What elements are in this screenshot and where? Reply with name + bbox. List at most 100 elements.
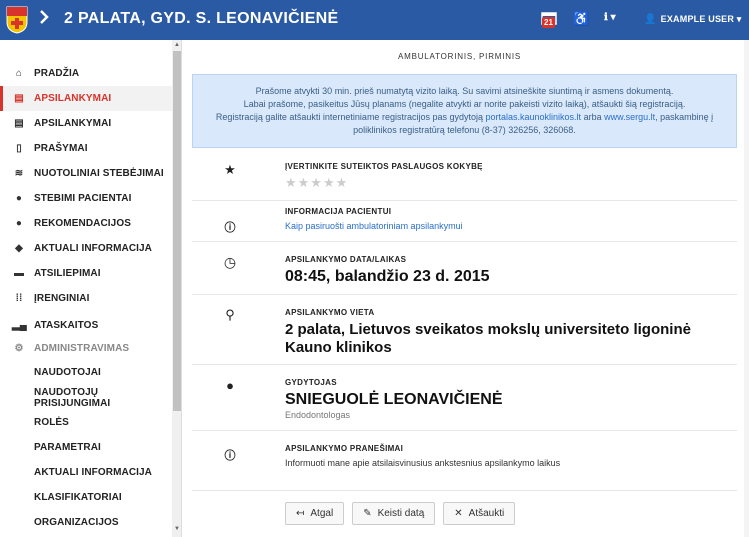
divider <box>192 200 737 201</box>
sidebar-item-irenginiai[interactable]: ⁞⁞ ĮRENGINIAI <box>0 286 172 311</box>
patient-info-label: INFORMACIJA PACIENTUI <box>285 207 392 216</box>
sidebar: ⌂ PRADŽIA ▤ APSILANKYMAI ▤ APSILANKYMAI ▯ PR… <box>0 40 182 537</box>
calendar-list-icon: ▤ <box>14 118 24 129</box>
sidebar-subitem-label: KLASIFIKATORIAI <box>34 492 122 503</box>
user-icon: ● <box>226 378 234 393</box>
sidebar-item-label: ĮRENGINIAI <box>34 293 90 304</box>
back-chevron-icon[interactable] <box>38 9 50 30</box>
info-icon: ⓘ <box>224 450 236 462</box>
map-pin-icon: ⚲ <box>225 307 235 322</box>
back-arrow-icon: ↤ <box>296 508 305 519</box>
notice-line: Prašome atvykti 30 min. prieš numatytą v… <box>255 86 674 96</box>
notice-text: , paskambinę į <box>655 112 714 122</box>
sidebar-subitem-roles[interactable]: ROLĖS <box>0 410 172 435</box>
user-name: EXAMPLE USER <box>660 14 735 24</box>
sidebar-item-stebimi[interactable]: ● STEBIMI PACIENTAI <box>0 186 172 211</box>
calendar-icon: ▤ <box>14 93 24 104</box>
sidebar-item-rekomendacijos[interactable]: ● REKOMENDACIJOS <box>0 211 172 236</box>
divider <box>192 241 737 242</box>
sidebar-item-atsiliepimai[interactable]: ▬ ATSILIEPIMAI <box>0 261 172 286</box>
scroll-down-icon[interactable]: ▼ <box>173 526 181 532</box>
sidebar-item-label: AKTUALI INFORMACIJA <box>34 243 153 254</box>
sidebar-item-nuotoliniai[interactable]: ≋ NUOTOLINIAI STEBĖJIMAI <box>0 161 172 186</box>
sidebar-item-apsilankymai[interactable]: ▤ APSILANKYMAI <box>0 111 172 136</box>
divider <box>192 430 737 431</box>
sergu-link[interactable]: www.sergu.lt <box>604 112 655 122</box>
notice-text: arba <box>581 112 605 122</box>
back-button[interactable]: ↤ Atgal <box>285 502 345 525</box>
scroll-up-icon[interactable]: ▲ <box>173 42 181 48</box>
change-date-button[interactable]: ✎ Keisti datą <box>352 502 436 525</box>
calendar-badge: 21 <box>542 17 555 28</box>
sidebar-subitem-parametrai[interactable]: PARAMETRAI <box>0 435 172 460</box>
rating-stars[interactable]: ★★★★★ <box>285 175 348 191</box>
divider <box>192 294 737 295</box>
cancel-button-label: Atšaukti <box>468 508 505 519</box>
sidebar-scrollbar[interactable]: ▲ ▼ <box>172 40 181 537</box>
doctor-specialty: Endodontologas <box>285 410 351 420</box>
date-value: 08:45, balandžio 23 d. 2015 <box>285 268 490 285</box>
sidebar-item-ataskaitos[interactable]: ▂▄ ATASKAITOS <box>0 313 172 338</box>
sidebar-item-administravimas[interactable]: ⚙ ADMINISTRAVIMAS <box>0 336 172 361</box>
sidebar-subitem-label: NAUDOTOJAI <box>34 367 101 378</box>
notice-line: poliklinikos registratūrą telefonu (8-37… <box>353 125 576 135</box>
divider <box>192 364 737 365</box>
sidebar-item-label: PRADŽIA <box>34 68 80 79</box>
prep-link[interactable]: Kaip pasiruošti ambulatoriniam apsilanky… <box>285 221 463 231</box>
info-dropdown[interactable]: ℹ ▾ <box>604 12 616 23</box>
speech-bubble-icon: ● <box>15 218 23 229</box>
sidebar-subitem-label: ROLĖS <box>34 417 69 428</box>
sidebar-item-label: ATSILIEPIMAI <box>34 268 101 279</box>
place-label: APSILANKYMO VIETA <box>285 308 375 317</box>
grid-icon: ⁞⁞ <box>15 293 23 304</box>
sidebar-item-label: PRAŠYMAI <box>34 143 88 154</box>
user-menu[interactable]: 👤 EXAMPLE USER ▾ <box>644 14 742 25</box>
sidebar-item-label: NUOTOLINIAI STEBĖJIMAI <box>34 168 164 179</box>
divider <box>192 490 737 491</box>
sidebar-item-pradzia[interactable]: ⌂ PRADŽIA <box>0 61 172 86</box>
sidebar-item-apsilankymai-active[interactable]: ▤ APSILANKYMAI <box>0 86 172 111</box>
home-icon: ⌂ <box>15 68 23 79</box>
wifi-icon: ≋ <box>14 168 24 179</box>
rating-label: ĮVERTINKITE SUTEIKTOS PASLAUGOS KOKYBĘ <box>285 162 483 171</box>
change-date-label: Keisti datą <box>377 508 425 519</box>
action-buttons: ↤ Atgal ✎ Keisti datą ✕ Atšaukti <box>285 502 516 525</box>
user-icon: 👤 <box>644 14 657 25</box>
scrollbar-thumb[interactable] <box>173 51 181 411</box>
accessibility-icon[interactable]: ♿ <box>573 11 589 27</box>
sidebar-subitem-label: AKTUALI INFORMACIJA <box>34 467 153 478</box>
sidebar-item-prasymai[interactable]: ▯ PRAŠYMAI <box>0 136 172 161</box>
date-label: APSILANKYMO DATA/LAIKAS <box>285 255 407 264</box>
sidebar-item-aktuali[interactable]: ◆ AKTUALI INFORMACIJA <box>0 236 172 261</box>
place-line2: Kauno klinikos <box>285 339 392 356</box>
sidebar-subitem-prisijungimai[interactable]: NAUDOTOJŲ PRISIJUNGIMAI <box>0 385 172 410</box>
close-icon: ✕ <box>454 508 463 519</box>
sidebar-subitem-naudotojai[interactable]: NAUDOTOJAI <box>0 360 172 385</box>
portal-link[interactable]: portalas.kaunoklinikos.lt <box>486 112 582 122</box>
top-bar: 2 PALATA, GYD. S. LEONAVIČIENĖ 21 ♿ ℹ ▾ … <box>0 0 749 40</box>
back-button-label: Atgal <box>310 508 334 519</box>
messages-label: APSILANKYMO PRANEŠIMAI <box>285 444 404 453</box>
sidebar-item-label: ATASKAITOS <box>34 320 99 331</box>
breadcrumb: AMBULATORINIS, PIRMINIS <box>397 52 521 61</box>
sidebar-item-label: ADMINISTRAVIMAS <box>34 343 130 354</box>
page-scrollbar[interactable] <box>744 40 749 537</box>
notice-line: Labai prašome, pasikeitus Jūsų planams (… <box>243 99 686 109</box>
hospital-logo[interactable] <box>6 6 28 34</box>
user-caret-icon: ▾ <box>736 14 742 24</box>
user-icon: ● <box>15 193 23 204</box>
sidebar-item-label: APSILANKYMAI <box>34 93 112 104</box>
pencil-icon: ✎ <box>363 508 372 519</box>
clipboard-icon: ▯ <box>16 143 22 154</box>
main-content: AMBULATORINIS, PIRMINIS Prašome atvykti … <box>182 40 749 537</box>
cancel-button[interactable]: ✕ Atšaukti <box>443 502 516 525</box>
info-icon: ⓘ <box>224 222 236 234</box>
messages-text: Informuoti mane apie atsilaisvinusius an… <box>285 458 561 468</box>
sidebar-subitem-organizacijos[interactable]: ORGANIZACIJOS <box>0 510 172 535</box>
sidebar-subitem-aktuali[interactable]: AKTUALI INFORMACIJA <box>0 460 172 485</box>
sidebar-subitem-klasifikatoriai[interactable]: KLASIFIKATORIAI <box>0 485 172 510</box>
calendar-icon[interactable]: 21 <box>541 11 557 28</box>
info-icon: ℹ <box>604 12 608 23</box>
doctor-label: GYDYTOJAS <box>285 378 337 387</box>
page-title: 2 PALATA, GYD. S. LEONAVIČIENĖ <box>64 10 339 27</box>
